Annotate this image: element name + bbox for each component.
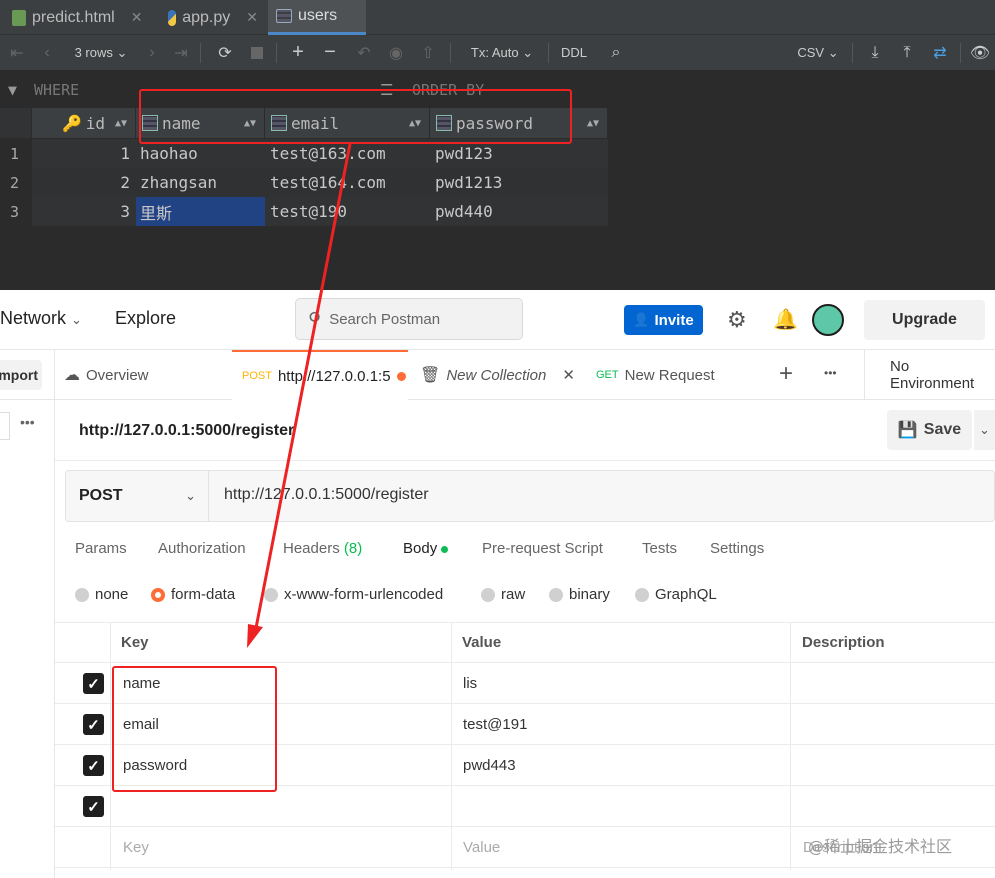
annotation-arrow [247, 143, 352, 648]
